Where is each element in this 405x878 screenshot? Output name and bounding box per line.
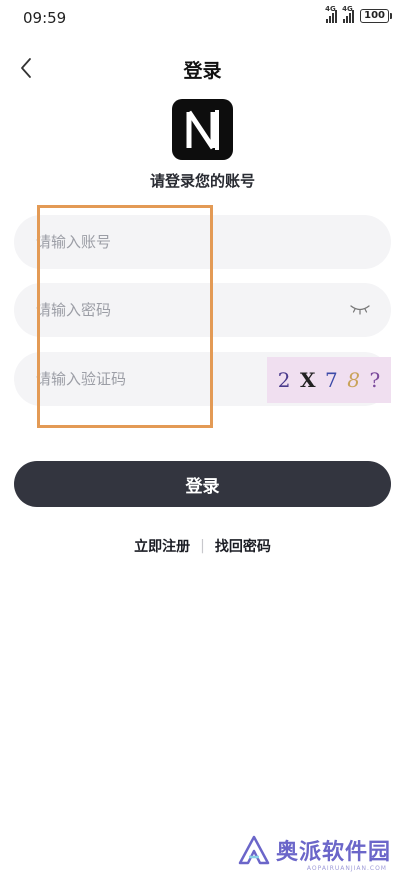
- eye-closed-icon: [350, 305, 370, 315]
- password-visibility-toggle[interactable]: [349, 301, 371, 319]
- captcha-char: 8: [347, 368, 360, 392]
- login-button[interactable]: 登录: [14, 461, 391, 507]
- captcha-field-wrapper: 2 X 7 8 ?: [14, 352, 391, 406]
- n-logo-icon: [186, 109, 219, 150]
- status-icons: 4G 4G 100: [325, 5, 392, 23]
- network-type-label-2: 4G: [342, 5, 353, 13]
- password-field-wrapper: [14, 283, 391, 337]
- network-type-label: 4G: [325, 5, 336, 13]
- watermark-subtext: AOPAIRUANJIAN.COM: [306, 865, 387, 872]
- recover-password-link[interactable]: 找回密码: [215, 536, 271, 556]
- status-time: 09:59: [23, 9, 67, 27]
- login-subtitle: 请登录您的账号: [149, 172, 255, 190]
- password-input[interactable]: [36, 283, 276, 337]
- captcha-char: X: [299, 368, 316, 392]
- captcha-input[interactable]: [36, 352, 256, 406]
- status-bar: 09:59 4G 4G 100: [0, 0, 405, 36]
- page-title: 登录: [183, 60, 222, 82]
- register-link[interactable]: 立即注册: [134, 536, 190, 556]
- link-separator: |: [200, 538, 205, 554]
- account-field-wrapper: [14, 215, 391, 269]
- signal-icon: 4G: [325, 5, 338, 23]
- watermark-text: 奥派软件园: [275, 840, 391, 865]
- signal-icon-2: 4G: [342, 5, 355, 23]
- captcha-image[interactable]: 2 X 7 8 ?: [267, 357, 391, 403]
- captcha-char: 2: [277, 368, 291, 392]
- watermark-logo-icon: [238, 835, 270, 865]
- account-input[interactable]: [36, 215, 276, 269]
- app-logo: [172, 99, 233, 160]
- captcha-char: ?: [369, 368, 381, 392]
- captcha-char: 7: [325, 368, 338, 392]
- auth-links: 立即注册 | 找回密码: [0, 536, 405, 556]
- watermark: 奥派软件园 AOPAIRUANJIAN.COM: [238, 834, 391, 872]
- battery-icon: 100: [360, 9, 392, 23]
